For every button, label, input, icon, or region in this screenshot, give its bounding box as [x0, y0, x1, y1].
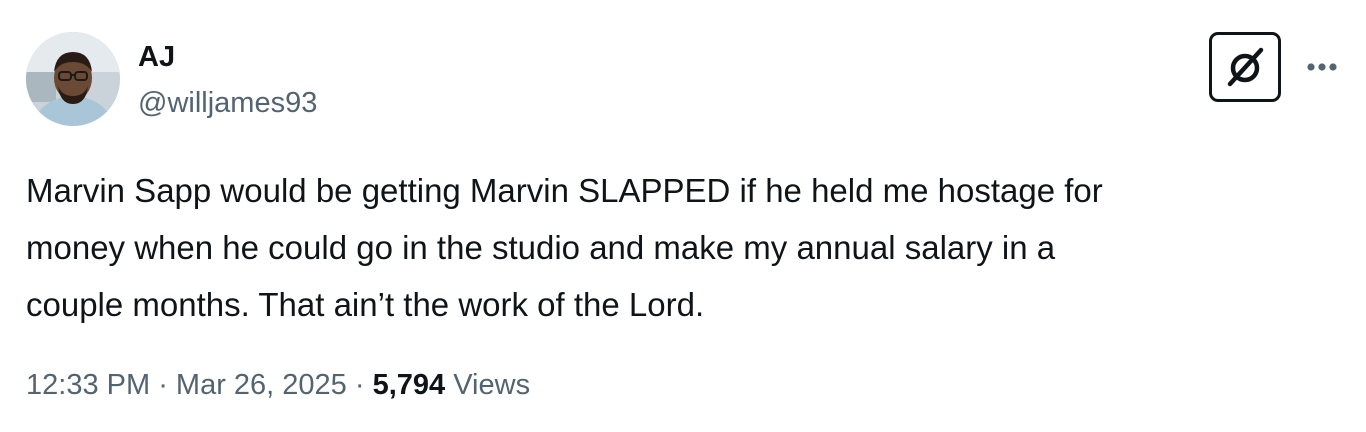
views-count: 5,794	[372, 369, 446, 401]
more-options-button[interactable]	[1300, 50, 1344, 84]
author-handle[interactable]: @willjames93	[138, 86, 317, 120]
author-display-name[interactable]: AJ	[138, 40, 175, 74]
grok-button[interactable]	[1209, 32, 1281, 102]
meta-separator: ·	[346, 369, 373, 401]
tweet-card: AJ @willjames93 Marvin Sapp would be get…	[0, 0, 1366, 432]
tweet-time[interactable]: 12:33 PM	[26, 369, 150, 401]
avatar-image	[26, 32, 120, 126]
tweet-text: Marvin Sapp would be getting Marvin SLAP…	[26, 172, 1103, 323]
grok-icon	[1227, 47, 1264, 87]
meta-separator: ·	[150, 369, 176, 401]
author-avatar[interactable]	[26, 32, 120, 126]
more-dots-icon	[1307, 63, 1337, 71]
tweet-metadata: 12:33 PM · Mar 26, 2025 · 5,794 Views	[26, 367, 530, 403]
views-label: Views	[453, 369, 531, 401]
tweet-date[interactable]: Mar 26, 2025	[176, 369, 347, 401]
